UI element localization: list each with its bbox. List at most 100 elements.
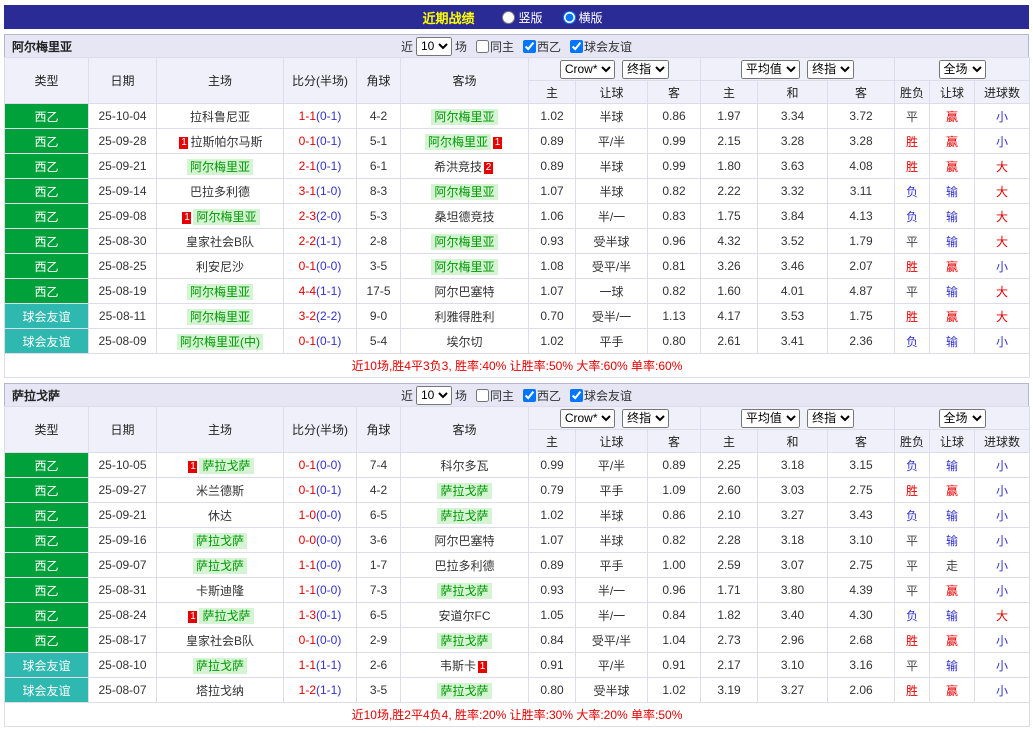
home-team-cell: 1 阿尔梅里亚 — [156, 203, 284, 229]
average-source-select[interactable]: 平均值 — [740, 408, 800, 428]
home-team-link[interactable]: 拉科鲁尼亚 — [190, 110, 250, 124]
away-team-link[interactable]: 萨拉戈萨 — [437, 507, 492, 524]
home-team-link[interactable]: 萨拉戈萨 — [192, 657, 247, 674]
crown-away-odds: 0.86 — [647, 502, 701, 528]
average-source-select[interactable]: 平均值 — [740, 59, 800, 79]
league-checkbox[interactable] — [523, 388, 536, 402]
away-team-link[interactable]: 阿尔巴塞特 — [434, 534, 494, 548]
col-handicap-result: 让球 — [929, 429, 976, 453]
recent-count-select[interactable]: 10 — [415, 385, 452, 405]
col-score: 比分(半场) — [283, 57, 357, 104]
red-card-badge: 1 — [188, 610, 198, 623]
layout-option-vertical[interactable]: 竖版 — [502, 9, 543, 26]
odds-source-select[interactable]: Crow* — [559, 59, 615, 79]
avg-home-odds: 1.82 — [700, 602, 758, 628]
away-team-link[interactable]: 巴拉多利德 — [434, 559, 494, 573]
home-team-link[interactable]: 拉斯帕尔马斯 — [190, 135, 262, 149]
away-team-link[interactable]: 阿尔梅里亚 — [431, 233, 498, 250]
crown-handicap: 半球 — [575, 153, 648, 179]
win-loss-result: 负 — [894, 203, 931, 229]
goals-result: 小 — [974, 627, 1031, 653]
friendly-checkbox[interactable] — [570, 388, 584, 402]
same-home-checkbox[interactable] — [475, 39, 489, 53]
score-cell: 2-2(1-1) — [283, 228, 357, 254]
corner-count: 9-0 — [356, 303, 401, 329]
away-team-link[interactable]: 安道尔FC — [439, 609, 491, 623]
avg-home-odds: 2.28 — [700, 527, 758, 553]
home-team-link[interactable]: 萨拉戈萨 — [192, 557, 247, 574]
away-team-link[interactable]: 利雅得胜利 — [434, 310, 494, 324]
corner-count: 2-6 — [356, 652, 401, 678]
same-home-filter[interactable]: 同主 — [470, 38, 514, 55]
scope-select[interactable]: 全场 — [938, 408, 986, 428]
home-team-link[interactable]: 萨拉戈萨 — [192, 532, 247, 549]
away-team-link[interactable]: 阿尔梅里亚 — [424, 133, 491, 150]
crown-away-odds: 0.83 — [647, 203, 701, 229]
home-team-link[interactable]: 巴拉多利德 — [190, 185, 250, 199]
same-home-filter[interactable]: 同主 — [470, 387, 514, 404]
home-team-link[interactable]: 阿尔梅里亚 — [186, 158, 253, 175]
home-team-link[interactable]: 阿尔梅里亚 — [186, 283, 253, 300]
away-team-link[interactable]: 希洪竞技 — [434, 160, 482, 174]
horizontal-radio[interactable] — [562, 10, 576, 24]
home-team-link[interactable]: 皇家社会B队 — [186, 634, 254, 648]
corner-count: 2-9 — [356, 627, 401, 653]
home-team-link[interactable]: 萨拉戈萨 — [199, 607, 254, 624]
group-bookmaker-odds: Crow* 终指 — [528, 406, 701, 430]
home-team-link[interactable]: 皇家社会B队 — [186, 235, 254, 249]
score-cell: 1-1(0-0) — [283, 577, 357, 603]
away-team-link[interactable]: 阿尔巴塞特 — [434, 285, 494, 299]
home-team-link[interactable]: 卡斯迪隆 — [196, 584, 244, 598]
handicap-result: 赢 — [929, 477, 976, 503]
home-team-link[interactable]: 阿尔梅里亚(中) — [177, 333, 263, 350]
away-team-link[interactable]: 阿尔梅里亚 — [431, 258, 498, 275]
away-team-link[interactable]: 桑坦德竞技 — [434, 210, 494, 224]
goals-result: 小 — [974, 477, 1031, 503]
odds-time-select[interactable]: 终指 — [622, 408, 670, 428]
away-team-link[interactable]: 萨拉戈萨 — [437, 482, 492, 499]
home-team-link[interactable]: 休达 — [208, 509, 232, 523]
average-time-select[interactable]: 终指 — [807, 59, 855, 79]
same-home-label: 同主 — [489, 39, 514, 54]
odds-source-select[interactable]: Crow* — [559, 408, 615, 428]
odds-time-select[interactable]: 终指 — [622, 59, 670, 79]
home-team-link[interactable]: 米兰德斯 — [196, 484, 244, 498]
away-team-link[interactable]: 阿尔梅里亚 — [431, 108, 498, 125]
crown-home-odds: 1.07 — [528, 178, 576, 204]
league-checkbox[interactable] — [523, 39, 536, 53]
away-team-link[interactable]: 科尔多瓦 — [440, 459, 488, 473]
away-team-link[interactable]: 埃尔切 — [446, 335, 482, 349]
avg-away-odds: 3.16 — [826, 652, 896, 678]
away-team-link[interactable]: 韦斯卡 — [440, 659, 476, 673]
friendly-filter[interactable]: 球会友谊 — [564, 387, 632, 404]
friendly-label: 球会友谊 — [584, 39, 633, 54]
home-team-cell: 阿尔梅里亚(中) — [156, 328, 284, 354]
away-team-link[interactable]: 萨拉戈萨 — [437, 632, 492, 649]
away-team-link[interactable]: 萨拉戈萨 — [437, 582, 492, 599]
home-team-link[interactable]: 阿尔梅里亚 — [186, 308, 253, 325]
match-row: 西乙 25-08-19 阿尔梅里亚 4-4(1-1) 17-5 阿尔巴塞特 1.07 一球 0.… — [4, 278, 1031, 304]
average-time-select[interactable]: 终指 — [807, 408, 855, 428]
win-loss-result: 平 — [894, 228, 931, 254]
home-team-cell: 巴拉多利德 — [156, 178, 284, 204]
home-team-link[interactable]: 利安尼沙 — [196, 260, 244, 274]
vertical-radio[interactable] — [502, 10, 516, 24]
same-home-checkbox[interactable] — [475, 388, 489, 402]
recent-count-select[interactable]: 10 — [415, 36, 452, 56]
home-team-link[interactable]: 阿尔梅里亚 — [193, 208, 260, 225]
competition-badge: 西乙 — [4, 178, 89, 204]
corner-count: 4-2 — [356, 477, 401, 503]
friendly-checkbox[interactable] — [570, 39, 584, 53]
home-team-link[interactable]: 塔拉戈纳 — [196, 684, 244, 698]
home-team-link[interactable]: 萨拉戈萨 — [199, 457, 254, 474]
league-filter[interactable]: 西乙 — [517, 387, 561, 404]
league-filter[interactable]: 西乙 — [517, 38, 561, 55]
scope-select[interactable]: 全场 — [938, 59, 986, 79]
competition-badge: 球会友谊 — [4, 303, 89, 329]
away-team-link[interactable]: 萨拉戈萨 — [437, 682, 492, 699]
away-team-cell: 埃尔切 — [400, 328, 529, 354]
layout-option-horizontal[interactable]: 横版 — [562, 9, 603, 26]
avg-draw-odds: 3.27 — [757, 677, 828, 703]
away-team-link[interactable]: 阿尔梅里亚 — [431, 183, 498, 200]
friendly-filter[interactable]: 球会友谊 — [564, 38, 632, 55]
